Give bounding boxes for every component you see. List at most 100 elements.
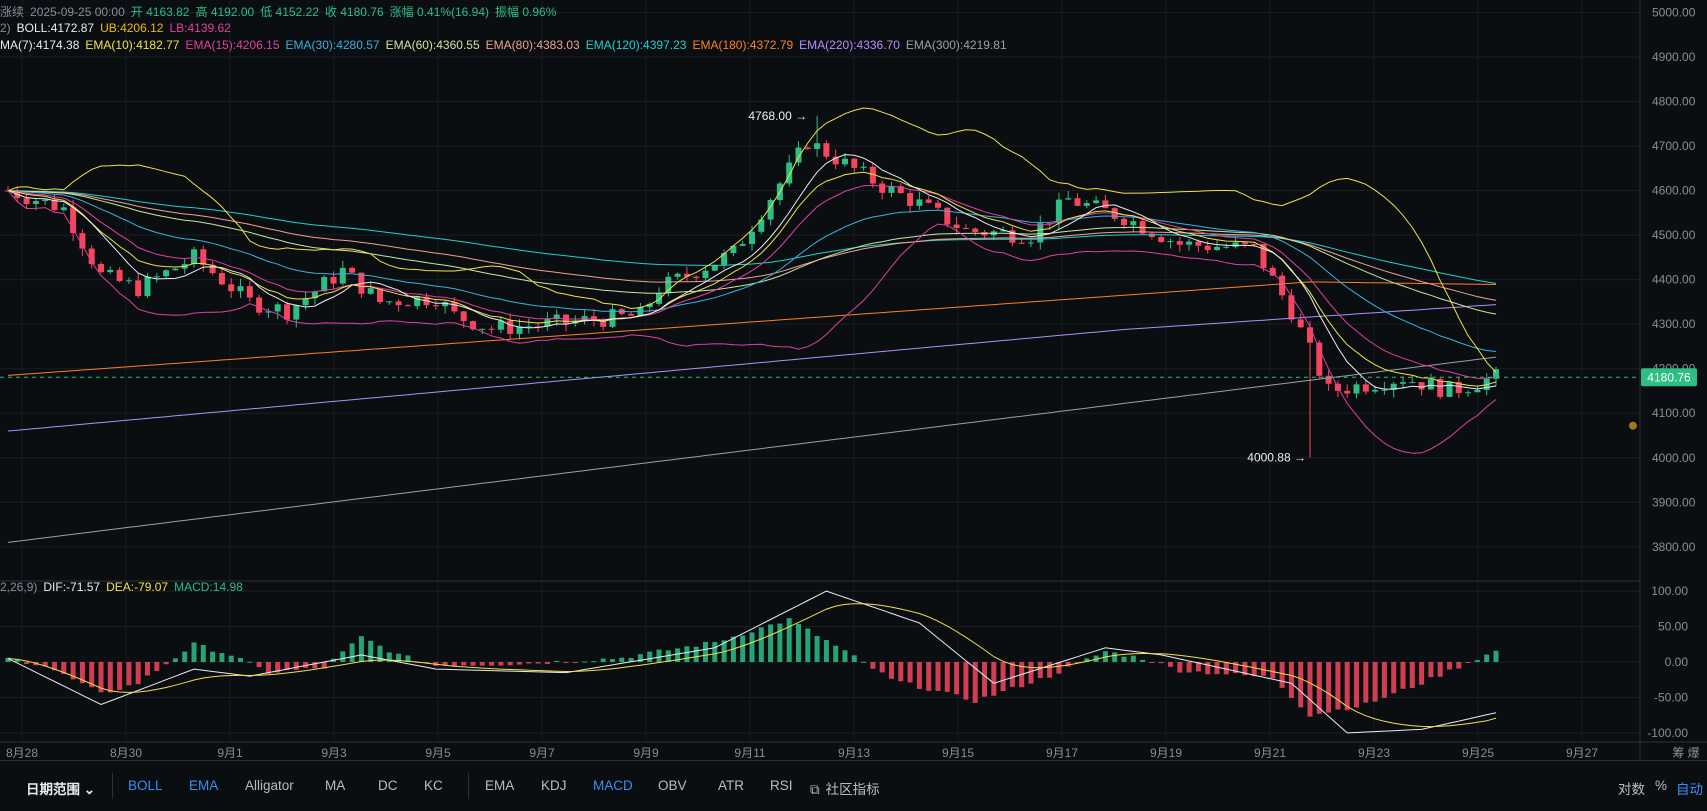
candle-body	[935, 202, 941, 208]
main-indicator-ma[interactable]: MA	[325, 778, 345, 793]
candle-body	[804, 147, 811, 149]
candle	[42, 199, 49, 206]
candle-body	[842, 158, 848, 165]
candle	[1344, 384, 1351, 399]
candle-body	[1074, 198, 1081, 206]
macd-histogram-bar	[293, 662, 299, 670]
macd-histogram-bar	[1493, 650, 1499, 662]
boll-value-1: BOLL:4172.87	[16, 21, 95, 35]
macd-histogram-bar	[1474, 660, 1480, 662]
candle-body	[1121, 218, 1127, 226]
candle	[1400, 376, 1406, 389]
macd-histogram-bar	[619, 657, 625, 662]
candle-body	[386, 301, 393, 303]
candle-body	[1167, 241, 1174, 243]
macd-histogram-bar	[758, 627, 764, 662]
macd-histogram-bar	[117, 662, 123, 690]
candle-body	[1297, 319, 1304, 328]
candle	[693, 275, 700, 283]
macd-histogram-bar	[740, 635, 746, 662]
macd-histogram-bar	[1177, 662, 1183, 673]
candle-body	[116, 269, 123, 282]
candle-body	[1241, 242, 1248, 244]
candle-body	[1102, 200, 1109, 209]
candle-body	[479, 328, 486, 330]
candle-body	[1158, 237, 1165, 243]
sub-indicator-kdj[interactable]: KDJ	[541, 778, 567, 793]
candle-body	[860, 166, 867, 168]
macd-histogram-bar	[879, 662, 885, 673]
candle-body	[135, 280, 142, 297]
candle-body	[1409, 382, 1416, 384]
auto-scale-toggle[interactable]: 自动	[1676, 778, 1703, 798]
sub-indicator-ema[interactable]: EMA	[485, 778, 514, 793]
candle	[367, 281, 374, 295]
chart-canvas[interactable]: 3800.003900.004000.004100.004200.004300.…	[0, 0, 1707, 760]
price-tick-label: 4500.00	[1652, 228, 1696, 242]
candle-body	[628, 313, 635, 316]
macd-histogram-bar	[1000, 662, 1006, 691]
low-price-marker: 4000.88 →	[1247, 450, 1306, 464]
candle-body	[972, 228, 979, 232]
macd-histogram-bar	[572, 662, 578, 663]
candle-body	[1018, 242, 1025, 244]
macd-histogram-bar	[777, 623, 783, 662]
price-tick-label: 4000.00	[1652, 451, 1696, 465]
candle-body	[1251, 243, 1258, 245]
community-indicators-button[interactable]: ⧉ 社区指标	[810, 778, 880, 798]
log-scale-toggle[interactable]: 对数	[1618, 778, 1645, 798]
candle	[237, 278, 244, 299]
main-indicator-ema[interactable]: EMA	[189, 778, 218, 793]
macd-histogram-bar	[926, 662, 932, 691]
candle-body	[1427, 379, 1434, 390]
candle-body	[404, 305, 411, 307]
sub-indicator-atr[interactable]: ATR	[718, 778, 744, 793]
macd-histogram-bar	[805, 628, 811, 662]
candle	[107, 266, 114, 274]
ema-value-2: EMA(15):4206.15	[185, 38, 280, 52]
candle	[581, 309, 588, 325]
ohlc-value-2: 开 4163.82	[130, 5, 190, 19]
main-indicator-kc[interactable]: KC	[424, 778, 443, 793]
macd-histogram-bar	[228, 655, 234, 662]
ohlc-value-7: 振幅 0.96%	[495, 5, 557, 19]
candle	[758, 215, 765, 234]
macd-histogram-bar	[1037, 662, 1043, 679]
macd-histogram-bar	[517, 662, 522, 665]
macd-tick-label: 0.00	[1665, 655, 1689, 669]
main-indicator-dc[interactable]: DC	[378, 778, 398, 793]
candle-body	[507, 320, 514, 334]
sub-indicator-rsi[interactable]: RSI	[770, 778, 793, 793]
date-range-button[interactable]: 日期范围 ⌄	[26, 778, 95, 798]
macd-histogram-bar	[712, 642, 718, 662]
macd-histogram-bar	[1149, 662, 1155, 664]
macd-histogram-bar	[1112, 652, 1118, 662]
candle-body	[395, 301, 402, 306]
sub-indicator-macd[interactable]: MACD	[593, 778, 633, 793]
macd-histogram-bar	[582, 661, 588, 663]
main-indicator-boll[interactable]: BOLL	[128, 778, 163, 793]
candle-body	[702, 270, 709, 279]
ema-value-4: EMA(60):4360.55	[385, 38, 480, 52]
time-tick-label: 9月13	[838, 746, 870, 760]
candle-body	[497, 320, 504, 330]
macd-histogram-bar	[898, 662, 904, 682]
candle-body	[144, 276, 151, 297]
ema-value-3: EMA(30):4280.57	[285, 38, 380, 52]
macd-histogram-bar	[312, 662, 318, 669]
main-indicator-alligator[interactable]: Alligator	[245, 778, 294, 793]
candle-body	[237, 286, 244, 292]
candle-body	[1400, 382, 1406, 384]
macd-histogram-bar	[1279, 662, 1285, 688]
candle-body	[1418, 382, 1425, 390]
time-tick-label: 9月1	[217, 746, 243, 760]
candle	[1269, 265, 1276, 276]
candle-body	[1083, 203, 1090, 206]
percent-scale-toggle[interactable]: %	[1655, 778, 1667, 793]
candle	[497, 316, 504, 334]
sub-indicator-obv[interactable]: OBV	[658, 778, 687, 793]
macd-tick-label: 50.00	[1658, 620, 1688, 634]
macd-histogram-bar	[145, 662, 150, 676]
macd-histogram-bar	[1168, 662, 1173, 667]
price-tick-label: 4300.00	[1652, 317, 1696, 331]
